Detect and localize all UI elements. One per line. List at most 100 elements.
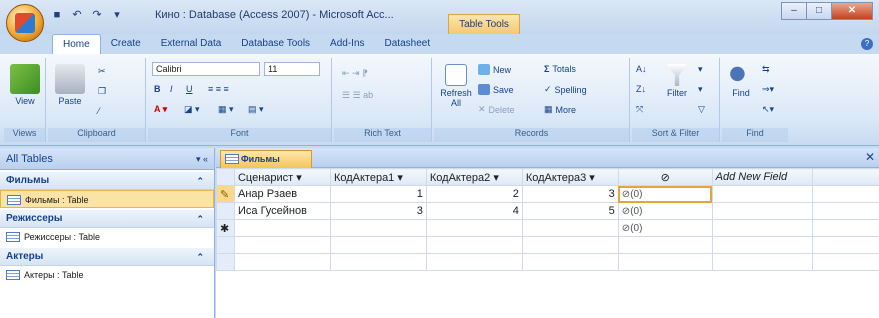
nav-pane-menu-icon[interactable]: ▾ « — [196, 148, 208, 170]
nav-section-actors[interactable]: Актеры ⌃ — [0, 248, 214, 266]
cell-attachment[interactable]: ⊘(0) — [617, 219, 713, 237]
collapse-icon[interactable]: ⌃ — [196, 172, 204, 190]
replace-icon[interactable]: ⇆ — [762, 64, 770, 75]
column-header-actor1[interactable]: КодАктера1 ▾ — [329, 168, 427, 186]
cell-attachment[interactable]: ⊘(0) — [617, 202, 713, 220]
list-icons[interactable]: ☰ ☰ ab — [342, 90, 373, 101]
nav-section-films[interactable]: Фильмы ⌃ — [0, 172, 214, 190]
cell-new-field[interactable] — [711, 202, 813, 220]
font-name-select[interactable]: Calibri — [152, 62, 260, 76]
header-row: Сценарист ▾ КодАктера1 ▾ КодАктера2 ▾ Ко… — [216, 168, 879, 186]
nav-pane-title: All Tables — [6, 153, 53, 165]
spelling-button[interactable]: ✓ Spelling — [544, 84, 587, 95]
cell-actor1[interactable]: 3 — [329, 202, 427, 220]
row-selector[interactable] — [216, 202, 235, 220]
minimize-button[interactable]: – — [781, 2, 807, 20]
collapse-icon[interactable]: ⌃ — [196, 210, 204, 228]
gridlines-icon[interactable]: ▦ ▾ — [218, 104, 234, 115]
cell-writer[interactable] — [233, 219, 331, 237]
ribbon-tabs: Home Create External Data Database Tools… — [52, 34, 440, 54]
nav-item-directors-table[interactable]: Режиссеры : Table — [0, 228, 214, 246]
tab-database-tools[interactable]: Database Tools — [231, 34, 320, 54]
column-header-writer[interactable]: Сценарист ▾ — [233, 168, 331, 186]
cell-empty — [811, 202, 879, 220]
find-button[interactable]: Find — [726, 64, 756, 98]
save-icon[interactable]: ■ — [50, 8, 64, 22]
select-all-cell[interactable] — [216, 168, 235, 186]
font-size-select[interactable]: 11 — [264, 62, 320, 76]
column-header-add-new-field[interactable]: Add New Field — [711, 168, 813, 186]
totals-button[interactable]: Σ Totals — [544, 64, 576, 74]
close-button[interactable]: ✕ — [831, 2, 873, 20]
toggle-filter-icon[interactable]: ▽ — [698, 104, 705, 115]
nav-item-actors-table[interactable]: Актеры : Table — [0, 266, 214, 284]
cell-actor2[interactable] — [425, 219, 523, 237]
tab-external-data[interactable]: External Data — [151, 34, 232, 54]
nav-item-films-table[interactable]: Фильмы : Table — [0, 190, 214, 208]
font-color-icon[interactable]: A ▾ — [154, 104, 167, 115]
cell-actor2[interactable]: 2 — [425, 185, 523, 203]
collapse-icon[interactable]: ⌃ — [196, 248, 204, 266]
group-label-views: Views — [4, 128, 45, 142]
qat-dropdown-icon[interactable]: ▾ — [110, 8, 124, 22]
redo-icon[interactable]: ↷ — [90, 8, 104, 22]
save-record-button[interactable]: Save — [478, 84, 514, 95]
goto-icon[interactable]: ⇒▾ — [762, 84, 774, 95]
select-icon[interactable]: ↖▾ — [762, 104, 774, 115]
cell-actor3[interactable]: 3 — [521, 185, 619, 203]
fill-color-icon[interactable]: ◪ ▾ — [184, 104, 200, 115]
row-selector[interactable]: ✱ — [216, 219, 235, 237]
cell-writer[interactable]: Иса Гусейнов — [233, 202, 331, 220]
tab-datasheet[interactable]: Datasheet — [375, 34, 441, 54]
document-tab-films[interactable]: Фильмы — [220, 150, 312, 168]
close-document-icon[interactable]: ✕ — [865, 150, 875, 164]
row-selector[interactable]: ✎ — [216, 185, 235, 203]
copy-icon[interactable]: ❐ — [98, 86, 106, 97]
cell-actor1[interactable] — [329, 219, 427, 237]
cell — [617, 253, 713, 271]
underline-icon[interactable]: U — [186, 84, 193, 94]
help-icon[interactable]: ? — [861, 38, 873, 50]
italic-icon[interactable]: I — [170, 84, 173, 94]
cell-new-field[interactable] — [711, 185, 813, 203]
delete-record-button[interactable]: ✕ Delete — [478, 104, 515, 115]
nav-section-directors[interactable]: Режиссеры ⌃ — [0, 210, 214, 228]
sort-descending-icon[interactable]: Z↓ — [636, 84, 646, 94]
view-button[interactable]: View — [8, 64, 42, 106]
cell — [233, 236, 331, 254]
tab-create[interactable]: Create — [101, 34, 151, 54]
indent-icons[interactable]: ⇤ ⇥ ⁋ — [342, 68, 368, 79]
office-button[interactable] — [6, 4, 44, 42]
selection-filter-icon[interactable]: ▾ — [698, 64, 703, 75]
undo-icon[interactable]: ↶ — [70, 8, 84, 22]
alternate-fill-icon[interactable]: ▤ ▾ — [248, 104, 264, 115]
cell-actor1[interactable]: 1 — [329, 185, 427, 203]
paste-button[interactable]: Paste — [52, 64, 88, 106]
cell-actor2[interactable]: 4 — [425, 202, 523, 220]
cell-actor3[interactable]: 5 — [521, 202, 619, 220]
filter-button[interactable]: Filter — [662, 64, 692, 98]
maximize-button[interactable]: □ — [806, 2, 832, 20]
column-header-actor3[interactable]: КодАктера3 ▾ — [521, 168, 619, 186]
cell — [233, 253, 331, 271]
format-painter-icon[interactable]: ⁄ — [98, 106, 100, 116]
cell-actor3[interactable] — [521, 219, 619, 237]
cell-writer[interactable]: Анар Рзаев — [233, 185, 331, 203]
bold-icon[interactable]: B — [154, 84, 161, 94]
new-record-button[interactable]: New — [478, 64, 511, 75]
column-header-actor2[interactable]: КодАктера2 ▾ — [425, 168, 523, 186]
more-button[interactable]: ▦ More — [544, 104, 576, 115]
refresh-all-button[interactable]: Refresh All — [438, 64, 474, 108]
paperclip-icon: ⊘ — [621, 223, 631, 234]
sort-ascending-icon[interactable]: A↓ — [636, 64, 647, 74]
cell-attachment[interactable]: ⊘(0) — [617, 185, 713, 203]
cell-new-field[interactable] — [711, 219, 813, 237]
advanced-filter-icon[interactable]: ▾ — [698, 84, 703, 95]
cut-icon[interactable]: ✂ — [98, 66, 106, 77]
align-icons[interactable]: ≡ ≡ ≡ — [208, 84, 229, 94]
tab-home[interactable]: Home — [52, 34, 101, 54]
nav-pane-header[interactable]: All Tables ▾ « — [0, 148, 214, 170]
tab-add-ins[interactable]: Add-Ins — [320, 34, 374, 54]
column-header-attachment[interactable]: ⊘ — [617, 168, 713, 186]
clear-sort-icon[interactable]: ⤧ — [636, 104, 643, 115]
